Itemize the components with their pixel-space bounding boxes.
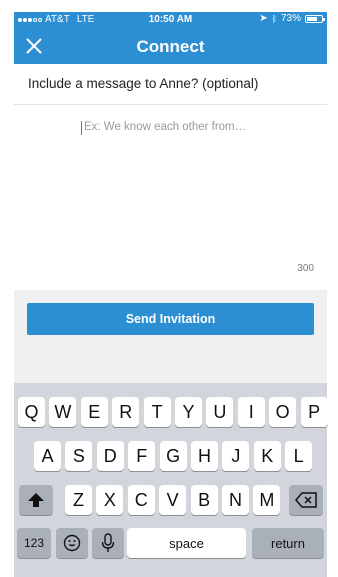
- message-prompt: Include a message to Anne? (optional): [28, 76, 259, 91]
- numbers-key[interactable]: 123: [17, 528, 51, 558]
- key-t[interactable]: T: [143, 397, 171, 427]
- status-right: ➤ ᛒ 73%: [259, 13, 325, 24]
- key-y[interactable]: Y: [175, 397, 202, 427]
- microphone-key[interactable]: [92, 528, 124, 558]
- key-r[interactable]: R: [112, 397, 140, 427]
- keyboard: QWERTYUIOP ASDFGHJKL ZXCVBNM 123 space r…: [14, 383, 328, 577]
- battery-percent: 73%: [280, 13, 301, 24]
- key-k[interactable]: K: [253, 441, 281, 471]
- key-s[interactable]: S: [65, 441, 93, 471]
- send-invitation-button[interactable]: Send Invitation: [27, 303, 314, 335]
- key-l[interactable]: L: [285, 441, 313, 471]
- key-j[interactable]: J: [222, 441, 250, 471]
- return-key[interactable]: return: [252, 528, 324, 558]
- bluetooth-icon: ᛒ: [271, 13, 277, 24]
- key-h[interactable]: H: [191, 441, 218, 471]
- key-b[interactable]: B: [190, 485, 218, 515]
- key-o[interactable]: O: [269, 397, 297, 427]
- key-e[interactable]: E: [80, 397, 108, 427]
- key-x[interactable]: X: [96, 485, 124, 515]
- key-v[interactable]: V: [159, 485, 187, 515]
- backspace-icon: [295, 492, 317, 508]
- key-d[interactable]: D: [96, 441, 124, 471]
- key-w[interactable]: W: [49, 397, 77, 427]
- message-placeholder: Ex: We know each other from…: [84, 121, 247, 133]
- nav-bar: Connect: [14, 28, 327, 64]
- battery-icon: [305, 14, 325, 23]
- backspace-key[interactable]: [289, 485, 323, 515]
- footer: Send Invitation: [14, 290, 327, 383]
- key-c[interactable]: C: [127, 485, 155, 515]
- shift-icon: [28, 493, 44, 507]
- key-u[interactable]: U: [206, 397, 234, 427]
- microphone-icon: [101, 533, 115, 552]
- shift-key[interactable]: [19, 485, 53, 515]
- location-arrow-icon: ➤: [259, 13, 268, 24]
- key-z[interactable]: Z: [65, 485, 92, 515]
- key-g[interactable]: G: [159, 441, 187, 471]
- emoji-icon: [63, 534, 81, 552]
- key-f[interactable]: F: [128, 441, 156, 471]
- nav-title: Connect: [136, 37, 205, 56]
- key-q[interactable]: Q: [18, 397, 45, 427]
- key-i[interactable]: I: [237, 397, 265, 427]
- key-n[interactable]: N: [222, 485, 249, 515]
- emoji-key[interactable]: [56, 528, 88, 558]
- character-count: 300: [297, 263, 314, 274]
- status-bar: AT&T LTE 10:50 AM ➤ ᛒ 73%: [14, 12, 327, 28]
- key-a[interactable]: A: [34, 441, 61, 471]
- text-cursor: [81, 121, 82, 135]
- space-key[interactable]: space: [127, 528, 246, 558]
- key-m[interactable]: M: [253, 485, 281, 515]
- key-p[interactable]: P: [300, 397, 328, 427]
